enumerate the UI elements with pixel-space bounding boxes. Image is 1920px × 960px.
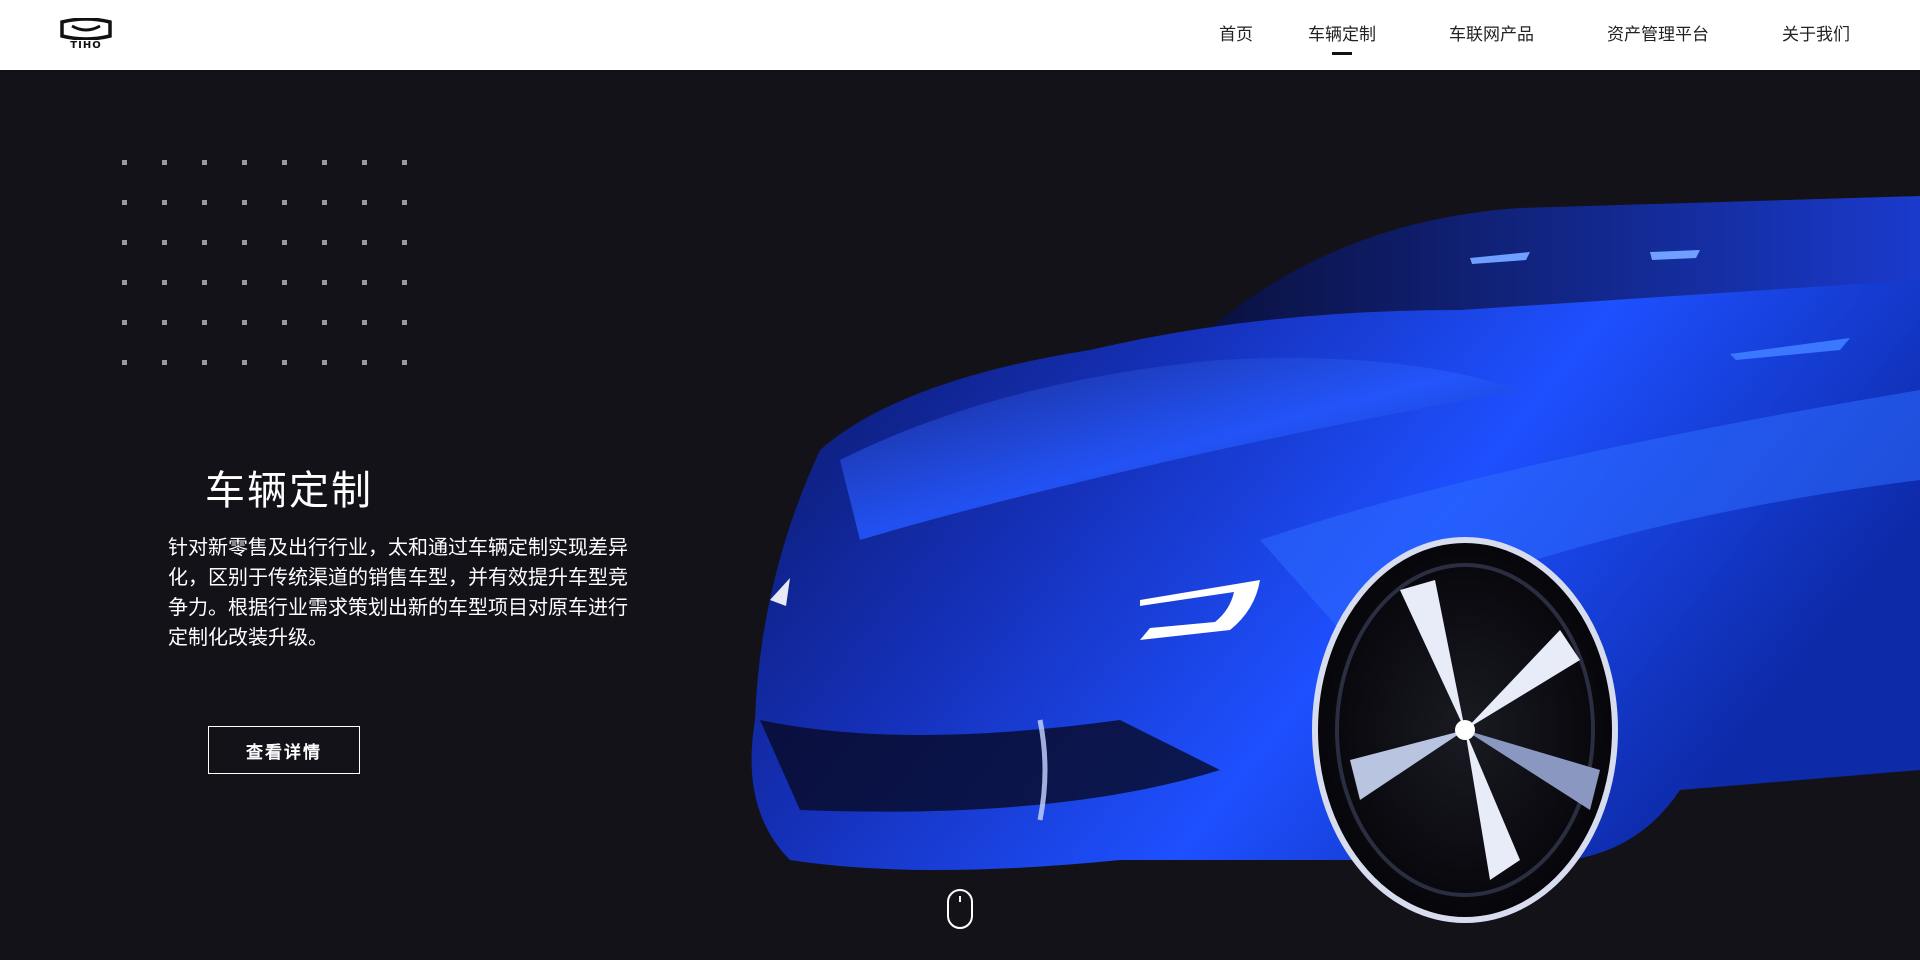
- grid-dot: [362, 200, 367, 205]
- grid-dot: [202, 320, 207, 325]
- grid-dot: [242, 320, 247, 325]
- grid-dot: [242, 280, 247, 285]
- grid-dot: [402, 360, 407, 365]
- grid-dot: [242, 200, 247, 205]
- nav-item-label: 车联网产品: [1449, 25, 1534, 45]
- concept-car-image: [700, 160, 1920, 950]
- grid-dot: [202, 360, 207, 365]
- hero-description: 针对新零售及出行行业，太和通过车辆定制实现差异化，区别于传统渠道的销售车型，并有…: [168, 535, 628, 649]
- grid-dot: [322, 240, 327, 245]
- grid-dot: [122, 360, 127, 365]
- grid-dot: [322, 280, 327, 285]
- grid-dot: [402, 240, 407, 245]
- hero-title: 车辆定制: [205, 468, 373, 514]
- front-wheel: [1312, 537, 1618, 923]
- grid-dot: [162, 240, 167, 245]
- grid-dot: [242, 160, 247, 165]
- grid-dot: [162, 200, 167, 205]
- grid-dot: [122, 320, 127, 325]
- nav-item-label: 车辆定制: [1308, 25, 1376, 45]
- grid-dot: [402, 200, 407, 205]
- grid-dot: [402, 320, 407, 325]
- grid-dot: [402, 280, 407, 285]
- grid-dot: [282, 360, 287, 365]
- grid-dot: [362, 240, 367, 245]
- grid-dot: [202, 240, 207, 245]
- hero-section: 车辆定制 针对新零售及出行行业，太和通过车辆定制实现差异化，区别于传统渠道的销售…: [0, 70, 1920, 960]
- nav-item-home[interactable]: 首页: [1219, 0, 1253, 70]
- mouse-scroll-icon[interactable]: [946, 888, 974, 930]
- logo-text: TIHO: [70, 40, 102, 51]
- grid-dot: [362, 160, 367, 165]
- grid-dot: [322, 200, 327, 205]
- top-navigation-bar: TIHO 首页 车辆定制 车联网产品 资产管理平台 关于我们: [0, 0, 1920, 70]
- grid-dot: [402, 160, 407, 165]
- nav-item-label: 关于我们: [1782, 25, 1850, 45]
- grid-dot: [162, 280, 167, 285]
- grid-dot: [362, 360, 367, 365]
- grid-dot: [202, 160, 207, 165]
- grid-dot: [242, 240, 247, 245]
- grid-dot: [162, 320, 167, 325]
- active-nav-indicator: [1332, 52, 1352, 55]
- nav-item-asset-management[interactable]: 资产管理平台: [1607, 0, 1709, 70]
- grid-dot: [282, 200, 287, 205]
- grid-dot: [162, 160, 167, 165]
- decorative-dot-grid: [120, 158, 410, 368]
- grid-dot: [282, 240, 287, 245]
- grid-dot: [162, 360, 167, 365]
- brand-logo[interactable]: TIHO: [58, 18, 114, 52]
- nav-item-about-us[interactable]: 关于我们: [1782, 0, 1850, 70]
- grid-dot: [362, 280, 367, 285]
- grid-dot: [122, 240, 127, 245]
- nav-item-label: 资产管理平台: [1607, 25, 1709, 45]
- grid-dot: [122, 160, 127, 165]
- nav-item-iov-products[interactable]: 车联网产品: [1449, 0, 1534, 70]
- main-nav: 首页 车辆定制 车联网产品 资产管理平台 关于我们: [1219, 0, 1850, 70]
- grid-dot: [282, 280, 287, 285]
- grid-dot: [322, 360, 327, 365]
- nav-item-vehicle-customization[interactable]: 车辆定制: [1308, 0, 1376, 70]
- grid-dot: [242, 360, 247, 365]
- view-details-button[interactable]: 查看详情: [208, 726, 360, 774]
- nav-item-label: 首页: [1219, 25, 1253, 45]
- grid-dot: [122, 280, 127, 285]
- grid-dot: [282, 160, 287, 165]
- grid-dot: [202, 280, 207, 285]
- grid-dot: [322, 320, 327, 325]
- grid-dot: [202, 200, 207, 205]
- grid-dot: [122, 200, 127, 205]
- logo-mark-icon: [60, 18, 112, 40]
- grid-dot: [282, 320, 287, 325]
- grid-dot: [362, 320, 367, 325]
- grid-dot: [322, 160, 327, 165]
- blue-concept-car-icon: [751, 196, 1920, 923]
